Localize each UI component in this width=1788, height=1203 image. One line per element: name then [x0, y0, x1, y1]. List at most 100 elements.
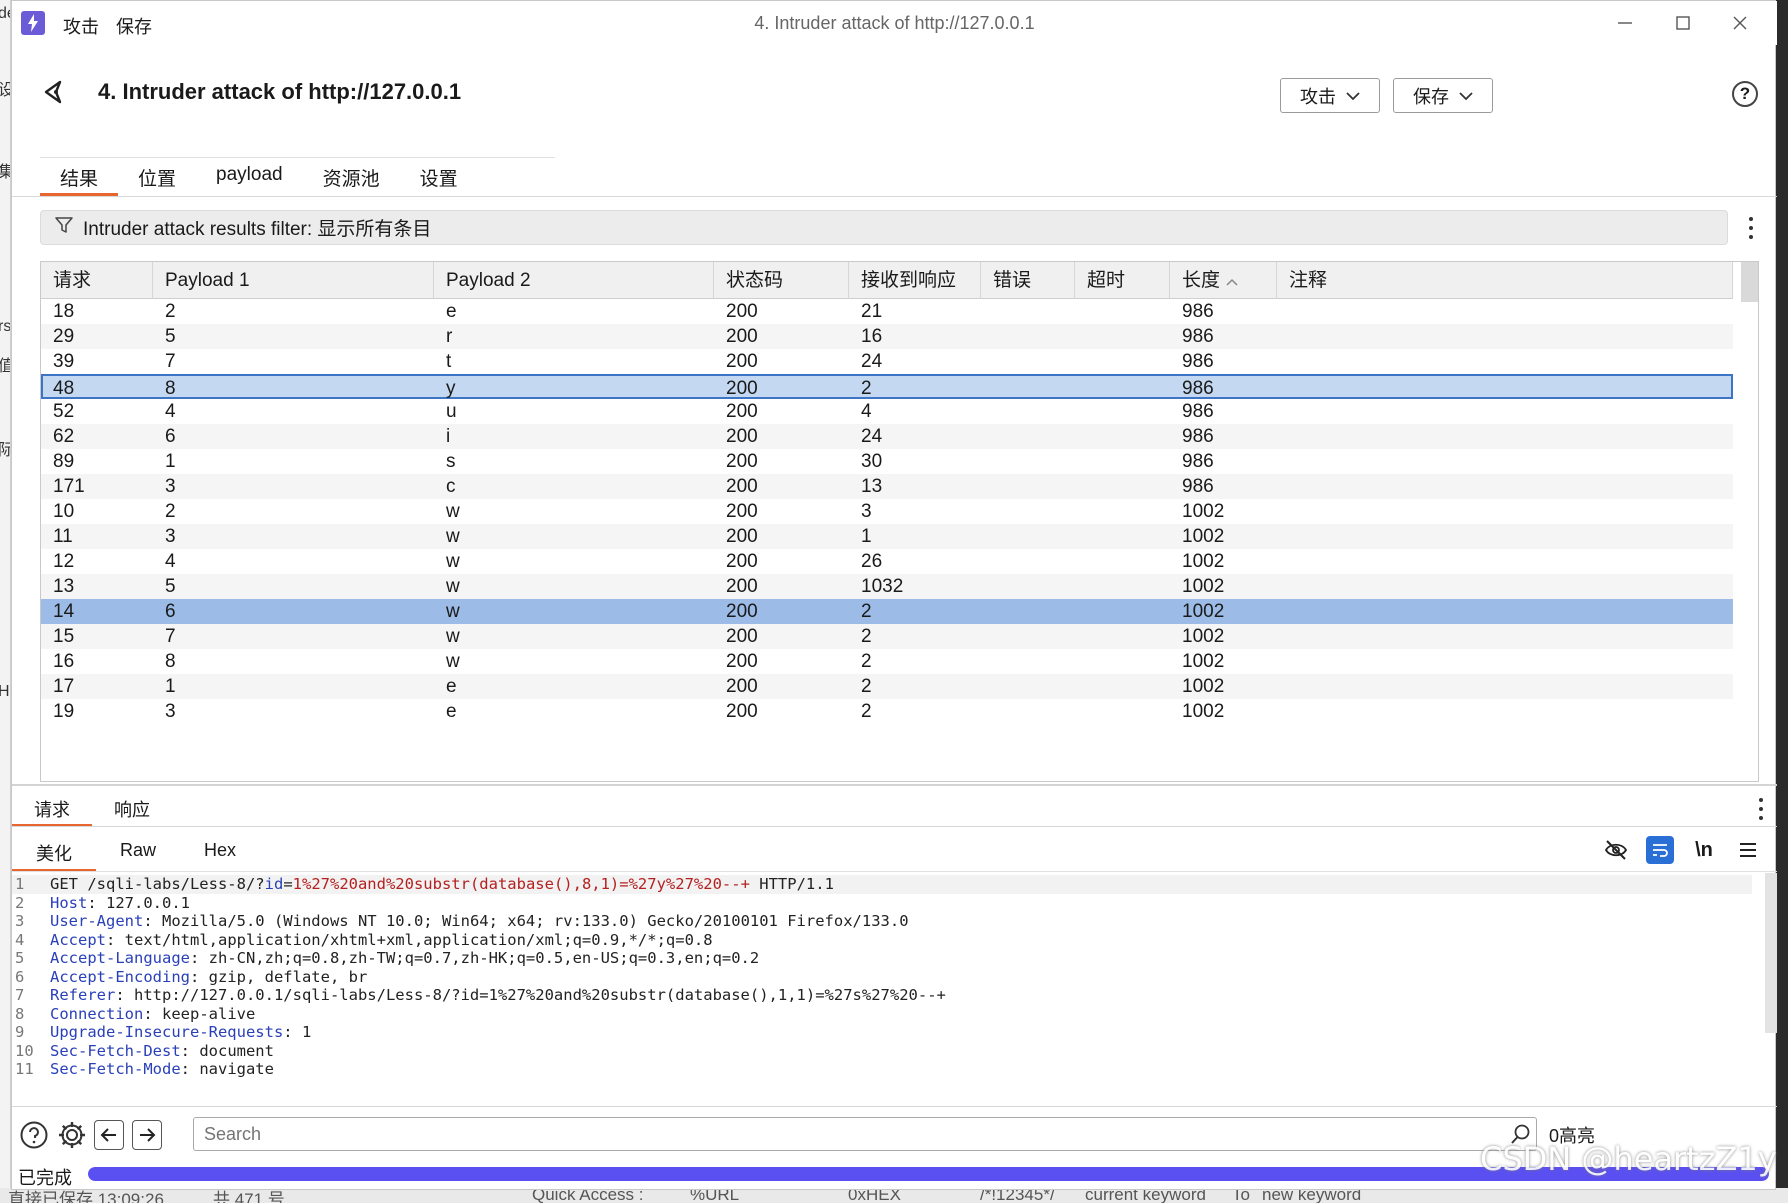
back-arrow-icon[interactable] [94, 1120, 124, 1150]
column-header[interactable]: 错误 [981, 262, 1075, 299]
table-row[interactable]: 16 8 w 200 2 1002 [41, 649, 1733, 674]
table-cell: 15 [53, 626, 75, 647]
column-header-label: 接收到响应 [861, 270, 957, 291]
wrap-icon[interactable] [1646, 836, 1674, 864]
maximize-icon[interactable] [1663, 7, 1703, 39]
column-header[interactable]: 长度 [1170, 262, 1277, 299]
forward-arrow-icon[interactable] [132, 1120, 162, 1150]
table-cell: 2 [861, 676, 872, 697]
table-cell: 1032 [861, 576, 904, 597]
tab-resource-pool[interactable]: 资源池 [303, 158, 400, 194]
table-row[interactable]: 11 3 w 200 1 1002 [41, 524, 1733, 549]
column-header[interactable]: 注释 [1277, 262, 1733, 299]
table-cell: 3 [165, 701, 176, 722]
column-header[interactable]: 请求 [41, 262, 153, 299]
tab-pretty[interactable]: 美化 [12, 833, 96, 872]
table-cell [981, 474, 993, 499]
table-row[interactable]: 52 4 u 200 4 986 [41, 399, 1733, 424]
column-header-label: Payload 1 [165, 270, 250, 291]
more-options-icon[interactable] [1745, 215, 1757, 241]
line-number: 11 [15, 1060, 34, 1078]
tab-results[interactable]: 结果 [40, 158, 119, 196]
table-cell: c [446, 476, 456, 497]
table-cell: 200 [726, 651, 758, 672]
table-cell: 1002 [1182, 701, 1225, 722]
table-cell [1277, 474, 1289, 499]
column-header[interactable]: Payload 1 [153, 262, 434, 299]
table-row[interactable]: 48 8 y 200 2 986 [41, 374, 1733, 399]
table-cell: r [446, 326, 453, 347]
table-cell: w [446, 576, 460, 597]
table-cell: 48 [53, 378, 75, 399]
table-cell [981, 524, 993, 549]
table-row[interactable]: 14 6 w 200 2 1002 [41, 599, 1733, 624]
column-header[interactable]: 接收到响应 [849, 262, 981, 299]
table-row[interactable]: 62 6 i 200 24 986 [41, 424, 1733, 449]
column-header[interactable]: 超时 [1075, 262, 1170, 299]
table-cell: 24 [861, 351, 883, 372]
table-cell: 13 [861, 476, 883, 497]
table-row[interactable]: 39 7 t 200 24 986 [41, 349, 1733, 374]
code-text: Connection: keep-alive [50, 1005, 255, 1024]
table-row[interactable]: 17 1 e 200 2 1002 [41, 674, 1733, 699]
menu-icon[interactable] [1734, 836, 1762, 864]
minimize-icon[interactable] [1605, 7, 1645, 39]
code-line: 2 Host: 127.0.0.1 [12, 894, 1752, 913]
table-row[interactable]: 12 4 w 200 26 1002 [41, 549, 1733, 574]
table-row[interactable]: 171 3 c 200 13 986 [41, 474, 1733, 499]
newline-icon[interactable]: \n [1690, 836, 1718, 864]
table-cell: 21 [861, 301, 883, 322]
column-header[interactable]: 状态码 [714, 262, 849, 299]
table-row[interactable]: 89 1 s 200 30 986 [41, 449, 1733, 474]
table-cell [1277, 324, 1289, 349]
table-scrollbar[interactable] [1741, 262, 1758, 302]
tab-response[interactable]: 响应 [92, 791, 172, 825]
table-cell: 5 [165, 326, 176, 347]
hide-icon[interactable] [1602, 836, 1630, 864]
filter-icon [55, 216, 73, 240]
tab-hex[interactable]: Hex [180, 833, 260, 869]
editor-scrollbar[interactable] [1765, 873, 1777, 1033]
split-pane-divider[interactable] [12, 784, 1777, 786]
help-icon[interactable] [16, 1117, 52, 1153]
table-row[interactable]: 19 3 e 200 2 1002 [41, 699, 1733, 724]
background-text-fragment: H [0, 683, 10, 701]
header-name: Referer [50, 986, 116, 1004]
tab-positions[interactable]: 位置 [118, 158, 196, 194]
table-cell: 4 [165, 401, 176, 422]
table-cell: w [446, 626, 460, 647]
table-cell: 200 [726, 326, 758, 347]
tab-settings[interactable]: 设置 [400, 158, 478, 194]
gear-icon[interactable] [54, 1117, 90, 1153]
save-dropdown-button[interactable]: 保存 [1393, 78, 1493, 113]
column-header[interactable]: Payload 2 [434, 262, 714, 299]
header-name: Accept-Encoding [50, 967, 190, 986]
table-cell: 200 [726, 378, 758, 399]
table-row[interactable]: 29 5 r 200 16 986 [41, 324, 1733, 349]
table-cell: 6 [165, 426, 176, 447]
more-options-icon[interactable] [1755, 796, 1767, 822]
table-cell: 2 [165, 301, 176, 322]
sort-ascending-icon [1226, 270, 1238, 291]
attack-dropdown-button[interactable]: 攻击 [1280, 78, 1380, 113]
table-row[interactable]: 10 2 w 200 3 1002 [41, 499, 1733, 524]
table-cell: 10 [53, 501, 75, 522]
code-line: 6 Accept-Encoding: gzip, deflate, br [12, 968, 1752, 987]
table-cell: 986 [1182, 426, 1214, 447]
search-input[interactable] [193, 1117, 1537, 1151]
table-row[interactable]: 13 5 w 200 1032 1002 [41, 574, 1733, 599]
help-icon[interactable]: ? [1732, 81, 1758, 107]
results-filter-bar[interactable]: Intruder attack results filter: 显示所有条目 [40, 210, 1728, 245]
header-name: Accept [50, 930, 106, 949]
titlebar: 攻击 保存 4. Intruder attack of http://127.0… [12, 1, 1777, 45]
column-header-label: 长度 [1182, 270, 1221, 291]
close-icon[interactable] [1720, 7, 1760, 39]
header-value: : gzip, deflate, br [189, 967, 368, 986]
table-row[interactable]: 18 2 e 200 21 986 [41, 299, 1733, 324]
tab-payload[interactable]: payload [196, 158, 303, 194]
request-editor[interactable]: 1 GET /sqli-labs/Less-8/?id=1%27%20and%20… [12, 873, 1765, 1101]
tab-request[interactable]: 请求 [12, 791, 92, 827]
table-row[interactable]: 15 7 w 200 2 1002 [41, 624, 1733, 649]
code-text: GET /sqli-labs/Less-8/?id=1%27%20and%20s… [50, 875, 834, 894]
tab-raw[interactable]: Raw [96, 833, 180, 869]
